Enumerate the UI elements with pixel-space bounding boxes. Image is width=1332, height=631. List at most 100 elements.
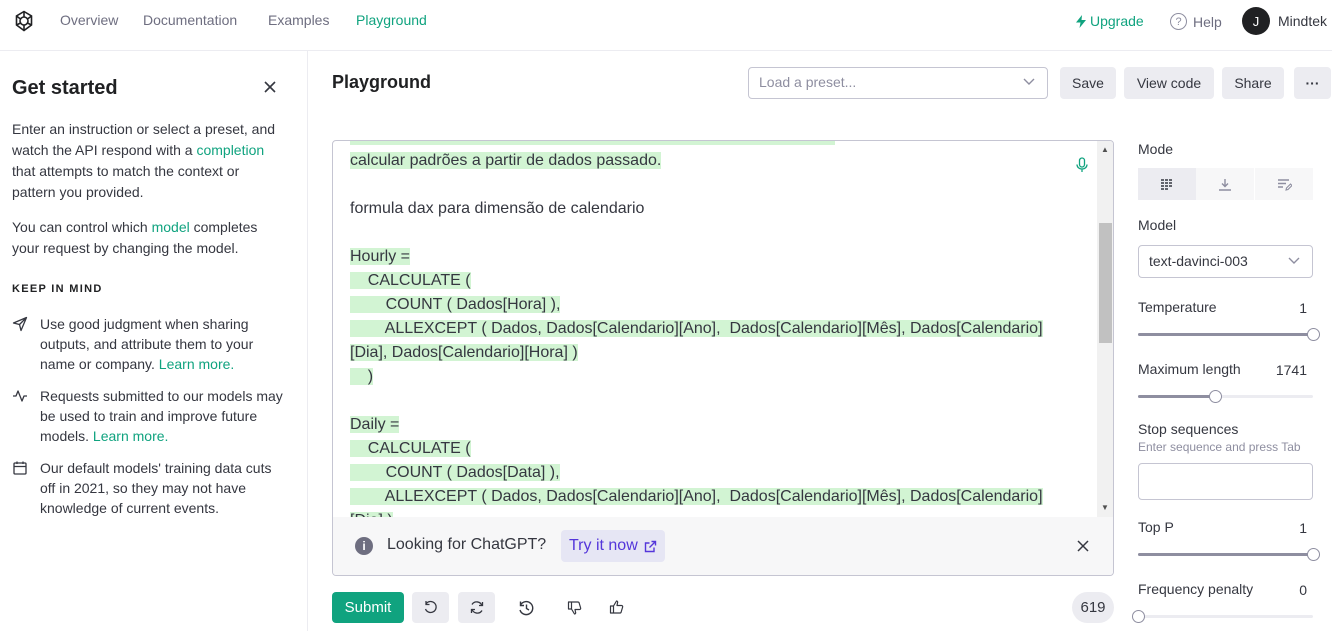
slider-knob[interactable] bbox=[1132, 610, 1145, 623]
temperature-slider[interactable] bbox=[1138, 328, 1320, 341]
model-link[interactable]: model bbox=[152, 219, 190, 235]
submit-button[interactable]: Submit bbox=[332, 592, 404, 623]
top-p-slider[interactable] bbox=[1138, 548, 1320, 561]
close-icon[interactable] bbox=[262, 79, 278, 95]
editor-line-partial bbox=[350, 141, 1070, 149]
top-p-label: Top P bbox=[1138, 519, 1174, 535]
max-length-label: Maximum length bbox=[1138, 361, 1241, 377]
keep-in-mind-heading: KEEP IN MIND bbox=[12, 283, 103, 295]
thumbs-up-button[interactable] bbox=[598, 592, 635, 623]
edit-mode-icon bbox=[1277, 178, 1292, 191]
send-icon bbox=[12, 316, 28, 332]
preset-placeholder: Load a preset... bbox=[759, 74, 857, 90]
chatgpt-banner: i Looking for ChatGPT? Try it now bbox=[333, 517, 1113, 575]
avatar[interactable]: J bbox=[1242, 7, 1270, 35]
editor-line: COUNT ( Dados[Hora] ), bbox=[350, 293, 1070, 317]
frequency-penalty-value[interactable]: 0 bbox=[1280, 582, 1307, 598]
user-name[interactable]: Mindtek bbox=[1278, 13, 1327, 29]
editor-line: [Dia] ) bbox=[350, 509, 1070, 517]
model-label: Model bbox=[1138, 217, 1177, 233]
sidebar-intro: Enter an instruction or select a preset,… bbox=[12, 119, 284, 203]
stop-sequences-hint: Enter sequence and press Tab bbox=[1138, 440, 1301, 454]
view-code-button[interactable]: View code bbox=[1124, 67, 1214, 99]
max-length-value[interactable]: 1741 bbox=[1268, 362, 1307, 378]
info-icon: i bbox=[355, 537, 373, 555]
tip-cutoff-text: Our default models' training data cuts o… bbox=[40, 460, 272, 516]
editor-content[interactable]: calcular padrões a partir de dados passa… bbox=[350, 141, 1070, 517]
slider-knob[interactable] bbox=[1307, 328, 1320, 341]
sidebar-model-text-1: You can control which bbox=[12, 219, 152, 235]
editor-line: Daily = bbox=[350, 413, 1070, 437]
top-p-value[interactable]: 1 bbox=[1280, 520, 1307, 536]
mode-insert-button[interactable] bbox=[1196, 168, 1254, 200]
scroll-down-arrow-icon[interactable]: ▼ bbox=[1101, 503, 1109, 512]
mode-edit-button[interactable] bbox=[1255, 168, 1313, 200]
page-title: Playground bbox=[332, 72, 432, 92]
editor-line: ALLEXCEPT ( Dados, Dados[Calendario][Ano… bbox=[350, 485, 1070, 509]
thumbs-up-icon bbox=[609, 600, 624, 614]
microphone-icon[interactable] bbox=[1075, 157, 1089, 173]
editor-line: [Dia], Dados[Calendario][Hora] ) bbox=[350, 341, 1070, 365]
frequency-penalty-label: Frequency penalty bbox=[1138, 581, 1254, 597]
max-length-slider[interactable] bbox=[1138, 390, 1313, 403]
thumbs-down-button[interactable] bbox=[556, 592, 593, 623]
share-button[interactable]: Share bbox=[1222, 67, 1284, 99]
mode-complete-button[interactable] bbox=[1138, 168, 1196, 200]
try-it-now-label: Try it now bbox=[569, 537, 638, 554]
external-link-icon bbox=[644, 540, 656, 552]
get-started-sidebar: Get started Enter an instruction or sele… bbox=[0, 51, 308, 631]
tip-cutoff: Our default models' training data cuts o… bbox=[12, 458, 290, 518]
activity-icon bbox=[13, 390, 27, 402]
learn-more-link[interactable]: Learn more. bbox=[159, 356, 234, 372]
tip-training-text: Requests submitted to our models may be … bbox=[40, 386, 290, 446]
nav-playground[interactable]: Playground bbox=[356, 12, 427, 28]
history-button[interactable] bbox=[507, 592, 544, 623]
frequency-penalty-slider[interactable] bbox=[1132, 610, 1313, 623]
nav-examples[interactable]: Examples bbox=[268, 12, 329, 28]
undo-icon bbox=[424, 600, 437, 614]
editor-scrollbar[interactable]: ▲ ▼ bbox=[1097, 141, 1113, 517]
editor-line-text: ) bbox=[350, 368, 374, 385]
temperature-value[interactable]: 1 bbox=[1280, 300, 1307, 316]
help-label: Help bbox=[1193, 13, 1222, 30]
undo-button[interactable] bbox=[412, 592, 449, 623]
regenerate-button[interactable] bbox=[458, 592, 495, 623]
nav-documentation[interactable]: Documentation bbox=[143, 12, 237, 28]
editor-line-text: COUNT ( Dados[Hora] ), bbox=[350, 296, 561, 313]
editor-line: ALLEXCEPT ( Dados, Dados[Calendario][Ano… bbox=[350, 317, 1070, 341]
model-value: text-davinci-003 bbox=[1149, 253, 1248, 269]
try-it-now-link[interactable]: Try it now bbox=[561, 530, 665, 562]
editor-line: formula dax para dimensão de calendario bbox=[350, 197, 1070, 221]
openai-logo-icon[interactable] bbox=[12, 9, 36, 33]
editor-text-area[interactable]: calcular padrões a partir de dados passa… bbox=[333, 141, 1097, 517]
scroll-up-arrow-icon[interactable]: ▲ bbox=[1101, 145, 1109, 154]
editor-line: CALCULATE ( bbox=[350, 437, 1070, 461]
lightning-icon bbox=[1076, 14, 1086, 28]
completion-link[interactable]: completion bbox=[196, 142, 264, 158]
prompt-editor[interactable]: calcular padrões a partir de dados passa… bbox=[332, 140, 1114, 576]
nav-overview[interactable]: Overview bbox=[60, 12, 118, 28]
tip-judgment: Use good judgment when sharing outputs, … bbox=[12, 314, 290, 374]
more-options-button[interactable]: ··· bbox=[1294, 67, 1331, 99]
editor-line-text: COUNT ( Dados[Data] ), bbox=[350, 464, 560, 481]
scrollbar-thumb[interactable] bbox=[1099, 223, 1112, 343]
slider-knob[interactable] bbox=[1208, 390, 1222, 403]
stop-sequences-input[interactable] bbox=[1138, 463, 1313, 500]
tip-training: Requests submitted to our models may be … bbox=[12, 386, 290, 446]
slider-knob[interactable] bbox=[1307, 548, 1320, 561]
learn-more-link[interactable]: Learn more. bbox=[93, 428, 168, 444]
preset-select[interactable]: Load a preset... bbox=[748, 67, 1048, 99]
editor-line: CALCULATE ( bbox=[350, 269, 1070, 293]
model-select[interactable]: text-davinci-003 bbox=[1138, 245, 1313, 278]
editor-line: calcular padrões a partir de dados passa… bbox=[350, 149, 1070, 173]
upgrade-label: Upgrade bbox=[1090, 13, 1144, 29]
upgrade-link[interactable]: Upgrade bbox=[1076, 13, 1144, 29]
sidebar-model-text: You can control which model completes yo… bbox=[12, 217, 284, 259]
help-link[interactable]: ? Help bbox=[1170, 13, 1222, 30]
close-icon[interactable] bbox=[1077, 540, 1089, 552]
save-button[interactable]: Save bbox=[1060, 67, 1116, 99]
editor-line: COUNT ( Dados[Data] ), bbox=[350, 461, 1070, 485]
